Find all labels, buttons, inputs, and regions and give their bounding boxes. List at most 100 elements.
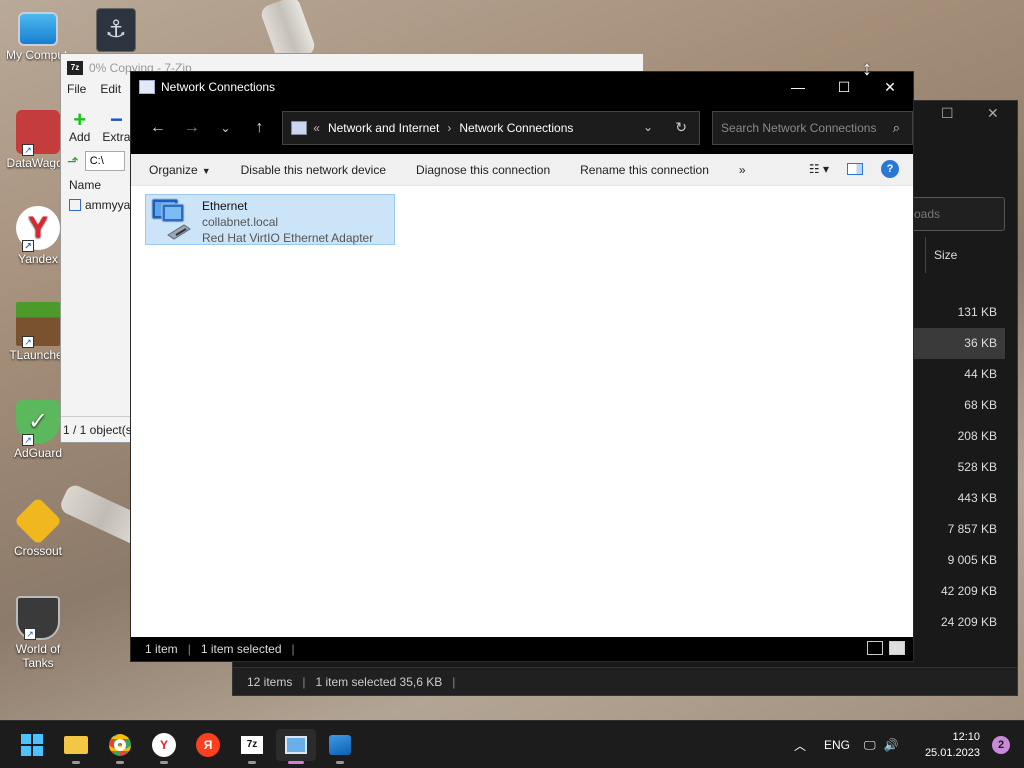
refresh-icon[interactable]: ↻ [675, 119, 687, 136]
clock[interactable]: 12:10 25.01.2023 [925, 729, 980, 761]
size-cell[interactable]: 208 KB [909, 421, 1005, 452]
connection-network: collabnet.local [202, 215, 279, 229]
search-icon: ⌕ [892, 120, 900, 135]
breadcrumb-overflow[interactable]: « [313, 121, 320, 135]
path-field[interactable]: C:\ [84, 151, 125, 171]
forward-arrow-icon[interactable]: → [175, 119, 209, 137]
caret-down-icon: ▼ [201, 165, 211, 176]
size-column: 131 KB 36 KB 44 KB 68 KB 208 KB 528 KB 4… [909, 297, 1005, 638]
recent-locations-chevron-icon[interactable]: ⌄ [209, 121, 243, 135]
address-dropdown-chevron-icon[interactable]: ⌄ [643, 120, 653, 134]
taskbar: Y Я 7z ︿ ENG 🖵 🔊 12:10 25.01.2023 2 [0, 720, 1024, 768]
network-tray-icon[interactable]: 🖵 [864, 738, 876, 753]
maximize-button[interactable]: ☐ [821, 72, 867, 102]
notification-badge[interactable]: 2 [992, 736, 1010, 754]
size-cell[interactable]: 131 KB [909, 297, 1005, 328]
details-view-icon[interactable] [867, 641, 883, 655]
item-count: 1 item [145, 642, 178, 656]
organize-button[interactable]: Organize ▼ [149, 163, 211, 177]
tlauncher-icon: ↗ [16, 302, 60, 348]
yandex-browser-icon: Y ↗ [16, 206, 60, 252]
search-input[interactable]: oads [909, 197, 1005, 231]
crossout-icon [13, 496, 63, 546]
size-cell[interactable]: 443 KB [909, 483, 1005, 514]
monitor-icon [18, 12, 58, 46]
breadcrumb-network-connections[interactable]: Network Connections [459, 121, 573, 135]
language-indicator[interactable]: ENG [824, 738, 850, 752]
view-toggle [867, 641, 905, 655]
size-cell[interactable]: 9 005 KB [909, 545, 1005, 576]
desktop-icon-crossout[interactable]: Crossout [6, 496, 70, 558]
photos-icon [329, 735, 351, 755]
start-button[interactable] [12, 729, 52, 761]
add-button[interactable]: + Add [69, 109, 90, 145]
diagnose-connection-button[interactable]: Diagnose this connection [416, 163, 550, 177]
menu-file[interactable]: File [67, 82, 86, 102]
up-arrow-icon[interactable]: ↑ [242, 119, 276, 137]
warships-icon[interactable]: ⚓ [96, 8, 136, 52]
close-icon[interactable]: ✕ [987, 105, 999, 122]
taskbar-file-explorer[interactable] [56, 729, 96, 764]
taskbar-7zip[interactable]: 7z [232, 729, 272, 764]
7zip-icon: 7z [241, 736, 263, 754]
clock-time: 12:10 [952, 731, 980, 743]
command-bar-right: ☷ ▾ ? [809, 160, 899, 178]
size-cell[interactable]: 7 857 KB [909, 514, 1005, 545]
size-cell[interactable]: 36 KB [909, 328, 1005, 359]
breadcrumb-network-and-internet[interactable]: Network and Internet [328, 121, 439, 135]
rename-connection-button[interactable]: Rename this connection [580, 163, 709, 177]
connections-list[interactable]: Ethernet collabnet.local Red Hat VirtIO … [131, 186, 913, 638]
connection-name: Ethernet [202, 199, 248, 213]
connection-item-ethernet[interactable]: Ethernet collabnet.local Red Hat VirtIO … [145, 194, 395, 245]
chrome-icon [109, 734, 131, 756]
taskbar-yandex-browser[interactable]: Y [144, 729, 184, 764]
show-hidden-icons-chevron-icon[interactable]: ︿ [794, 737, 806, 754]
preview-pane-icon[interactable] [847, 163, 863, 175]
taskbar-chrome[interactable] [100, 729, 140, 764]
disable-device-button[interactable]: Disable this network device [241, 163, 386, 177]
size-cell[interactable]: 528 KB [909, 452, 1005, 483]
change-view-icon[interactable]: ☷ ▾ [809, 162, 829, 176]
large-icons-view-icon[interactable] [889, 641, 905, 655]
windows-start-icon [21, 734, 43, 756]
network-adapter-icon [146, 195, 202, 246]
adguard-shield-icon: ✓ ↗ [16, 400, 60, 446]
up-folder-icon[interactable]: ⬏ [67, 153, 79, 170]
taskbar-yandex[interactable]: Я [188, 729, 228, 761]
size-cell[interactable]: 68 KB [909, 390, 1005, 421]
taskbar-network-connections[interactable] [276, 729, 316, 764]
search-input[interactable]: Search Network Connections ⌕ [712, 111, 913, 145]
network-connections-app-icon [139, 80, 155, 94]
minimize-button[interactable]: — [775, 72, 821, 102]
control-panel-icon [291, 121, 308, 135]
network-adapter-icon-svg [151, 198, 191, 240]
navigation-bar: ← → ⌄ ↑ « Network and Internet › Network… [131, 102, 913, 154]
window-title: Network Connections [161, 80, 276, 94]
connection-details: Ethernet collabnet.local Red Hat VirtIO … [202, 195, 374, 245]
close-button[interactable]: ✕ [867, 72, 913, 102]
help-icon[interactable]: ? [881, 160, 899, 178]
7zip-app-icon: 7z [67, 61, 83, 75]
volume-icon[interactable]: 🔊 [884, 738, 899, 752]
system-tray: ︿ ENG 🖵 🔊 [794, 721, 899, 768]
network-connections-window[interactable]: Network Connections — ☐ ✕ ← → ⌄ ↑ « Netw… [130, 71, 914, 662]
more-commands-button[interactable]: » [739, 163, 746, 177]
yandex-browser-icon: Y [152, 733, 176, 757]
titlebar[interactable]: Network Connections — ☐ ✕ [131, 72, 913, 102]
size-cell[interactable]: 24 209 KB [909, 607, 1005, 638]
breadcrumb-separator-icon[interactable]: › [447, 121, 451, 135]
menu-edit[interactable]: Edit [100, 82, 121, 102]
dark-status-bar: 12 items | 1 item selected 35,6 KB | [233, 667, 1017, 695]
desktop-icon-world-of-tanks[interactable]: ↗ World of Tanks [6, 596, 70, 670]
maximize-icon[interactable]: ☐ [941, 105, 954, 122]
size-cell[interactable]: 42 209 KB [909, 576, 1005, 607]
extract-button[interactable]: − Extra [102, 109, 130, 145]
taskbar-photos[interactable] [320, 729, 360, 764]
folder-icon [64, 736, 88, 754]
address-bar[interactable]: « Network and Internet › Network Connect… [282, 111, 701, 145]
network-connections-icon [285, 736, 307, 754]
size-cell[interactable]: 44 KB [909, 359, 1005, 390]
column-header-size[interactable]: Size [925, 237, 1005, 273]
back-arrow-icon[interactable]: ← [141, 119, 175, 137]
connection-adapter: Red Hat VirtIO Ethernet Adapter [202, 231, 374, 245]
